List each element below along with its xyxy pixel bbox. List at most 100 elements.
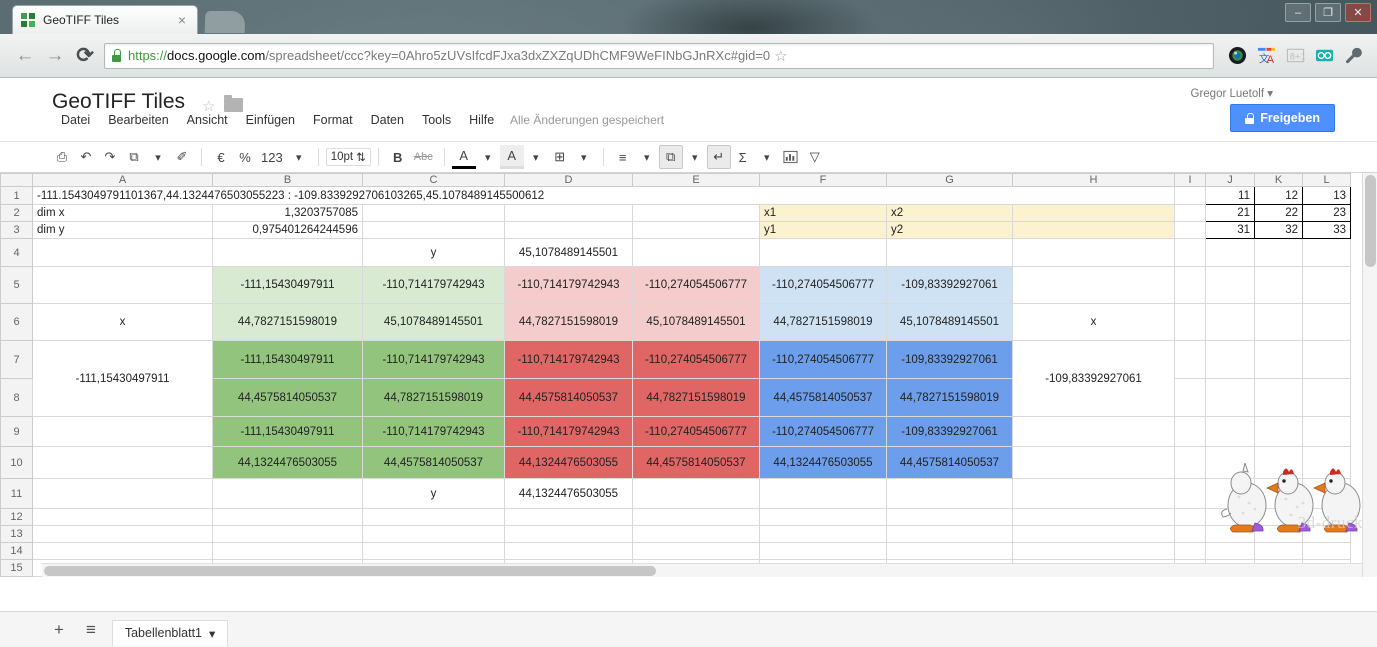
row-header-15[interactable]: 15 [0,559,33,577]
cell-g3[interactable]: y2 [886,221,1013,239]
cell-k2[interactable]: 22 [1254,204,1303,222]
row-header-12[interactable]: 12 [0,508,33,526]
cell-e3[interactable] [632,221,760,239]
col-header-f[interactable]: F [759,173,887,187]
address-bar[interactable]: https://docs.google.com/spreadsheet/ccc?… [104,42,1214,69]
borders-icon[interactable]: ⊞ [548,145,572,169]
cell-k9[interactable] [1254,416,1303,447]
row-header-3[interactable]: 3 [0,221,33,239]
add-sheet-icon[interactable]: + [48,620,70,640]
cell-k4[interactable] [1254,238,1303,267]
cell-j8[interactable] [1205,378,1255,417]
cell-c13[interactable] [362,525,505,543]
cell-g2[interactable]: x2 [886,204,1013,222]
cell-e13[interactable] [632,525,760,543]
cell-c12[interactable] [362,508,505,526]
cell-h2[interactable] [1012,204,1175,222]
col-header-b[interactable]: B [212,173,363,187]
cell-l3[interactable]: 33 [1302,221,1351,239]
cell-j4[interactable] [1205,238,1255,267]
cell-g14[interactable] [886,542,1013,560]
cell-j12[interactable] [1205,508,1255,526]
cell-j9[interactable] [1205,416,1255,447]
print-icon[interactable]: ⎙ [50,145,74,169]
cell-e7[interactable]: -110,274054506777 [632,340,760,379]
menu-hilfe[interactable]: Hilfe [460,110,503,130]
cell-i8[interactable] [1174,378,1206,417]
cell-l7[interactable] [1302,340,1351,379]
cell-i14[interactable] [1174,542,1206,560]
cell-c5[interactable]: -110,714179742943 [362,266,505,304]
cell-i5[interactable] [1174,266,1206,304]
menu-daten[interactable]: Daten [362,110,413,130]
col-header-e[interactable]: E [632,173,760,187]
cell-b14[interactable] [212,542,363,560]
cell-g5[interactable]: -109,83392927061 [886,266,1013,304]
cell-j10[interactable] [1205,446,1255,479]
fill-color-icon[interactable]: A [499,145,524,169]
cell-l2[interactable]: 23 [1302,204,1351,222]
col-header-l[interactable]: L [1302,173,1351,187]
cell-k7[interactable] [1254,340,1303,379]
menu-bearbeiten[interactable]: Bearbeiten [99,110,177,130]
bold-icon[interactable]: B [386,145,410,169]
cell-k12[interactable] [1254,508,1303,526]
cell-g10[interactable]: 44,4575814050537 [886,446,1013,479]
menu-format[interactable]: Format [304,110,362,130]
cell-a12[interactable] [32,508,213,526]
minimize-button[interactable]: – [1285,3,1311,22]
cell-b13[interactable] [212,525,363,543]
google-plus-one-icon[interactable]: 8+1 [1281,42,1309,70]
cell-g8[interactable]: 44,7827151598019 [886,378,1013,417]
cell-c4[interactable]: y [362,238,505,267]
cell-b7[interactable]: -111,15430497911 [212,340,363,379]
cell-g7[interactable]: -109,83392927061 [886,340,1013,379]
back-icon[interactable]: ← [10,41,40,71]
cell-f7[interactable]: -110,274054506777 [759,340,887,379]
cell-j13[interactable] [1205,525,1255,543]
cell-d10[interactable]: 44,1324476503055 [504,446,633,479]
cell-b6[interactable]: 44,7827151598019 [212,303,363,341]
cell-i11[interactable] [1174,478,1206,509]
col-header-h[interactable]: H [1012,173,1175,187]
col-header-d[interactable]: D [504,173,633,187]
align-caret-icon[interactable]: ▾ [635,145,659,169]
cell-c14[interactable] [362,542,505,560]
cell-b3[interactable]: 0,975401264244596 [212,221,363,239]
cell-f13[interactable] [759,525,887,543]
cell-h11[interactable] [1012,478,1175,509]
all-sheets-icon[interactable]: ≡ [80,620,102,640]
cell-j6[interactable] [1205,303,1255,341]
row-header-9[interactable]: 9 [0,416,33,447]
cell-g4[interactable] [886,238,1013,267]
cell-a14[interactable] [32,542,213,560]
cell-h14[interactable] [1012,542,1175,560]
cell-c6[interactable]: 45,1078489145501 [362,303,505,341]
close-tab-icon[interactable]: × [175,13,189,27]
cell-f5[interactable]: -110,274054506777 [759,266,887,304]
cell-e9[interactable]: -110,274054506777 [632,416,760,447]
cell-j11[interactable] [1205,478,1255,509]
translate-icon[interactable]: 文A [1252,42,1280,70]
cell-b5[interactable]: -111,15430497911 [212,266,363,304]
borders-caret-icon[interactable]: ▾ [572,145,596,169]
text-color-icon[interactable]: A [451,145,476,169]
cell-a13[interactable] [32,525,213,543]
cell-a5[interactable] [32,266,213,304]
col-header-a[interactable]: A [32,173,213,187]
horizontal-scrollbar[interactable] [42,563,1362,577]
cell-c9[interactable]: -110,714179742943 [362,416,505,447]
cell-b11[interactable] [212,478,363,509]
row-header-5[interactable]: 5 [0,266,33,304]
cell-e5[interactable]: -110,274054506777 [632,266,760,304]
cell-c7[interactable]: -110,714179742943 [362,340,505,379]
cell-f2[interactable]: x1 [759,204,887,222]
cell-g12[interactable] [886,508,1013,526]
cell-i7[interactable] [1174,340,1206,379]
select-all-corner[interactable] [0,173,33,187]
cell-l6[interactable] [1302,303,1351,341]
cell-g11[interactable] [886,478,1013,509]
menu-einfuegen[interactable]: Einfügen [237,110,304,130]
cell-e4[interactable] [632,238,760,267]
cell-f4[interactable] [759,238,887,267]
